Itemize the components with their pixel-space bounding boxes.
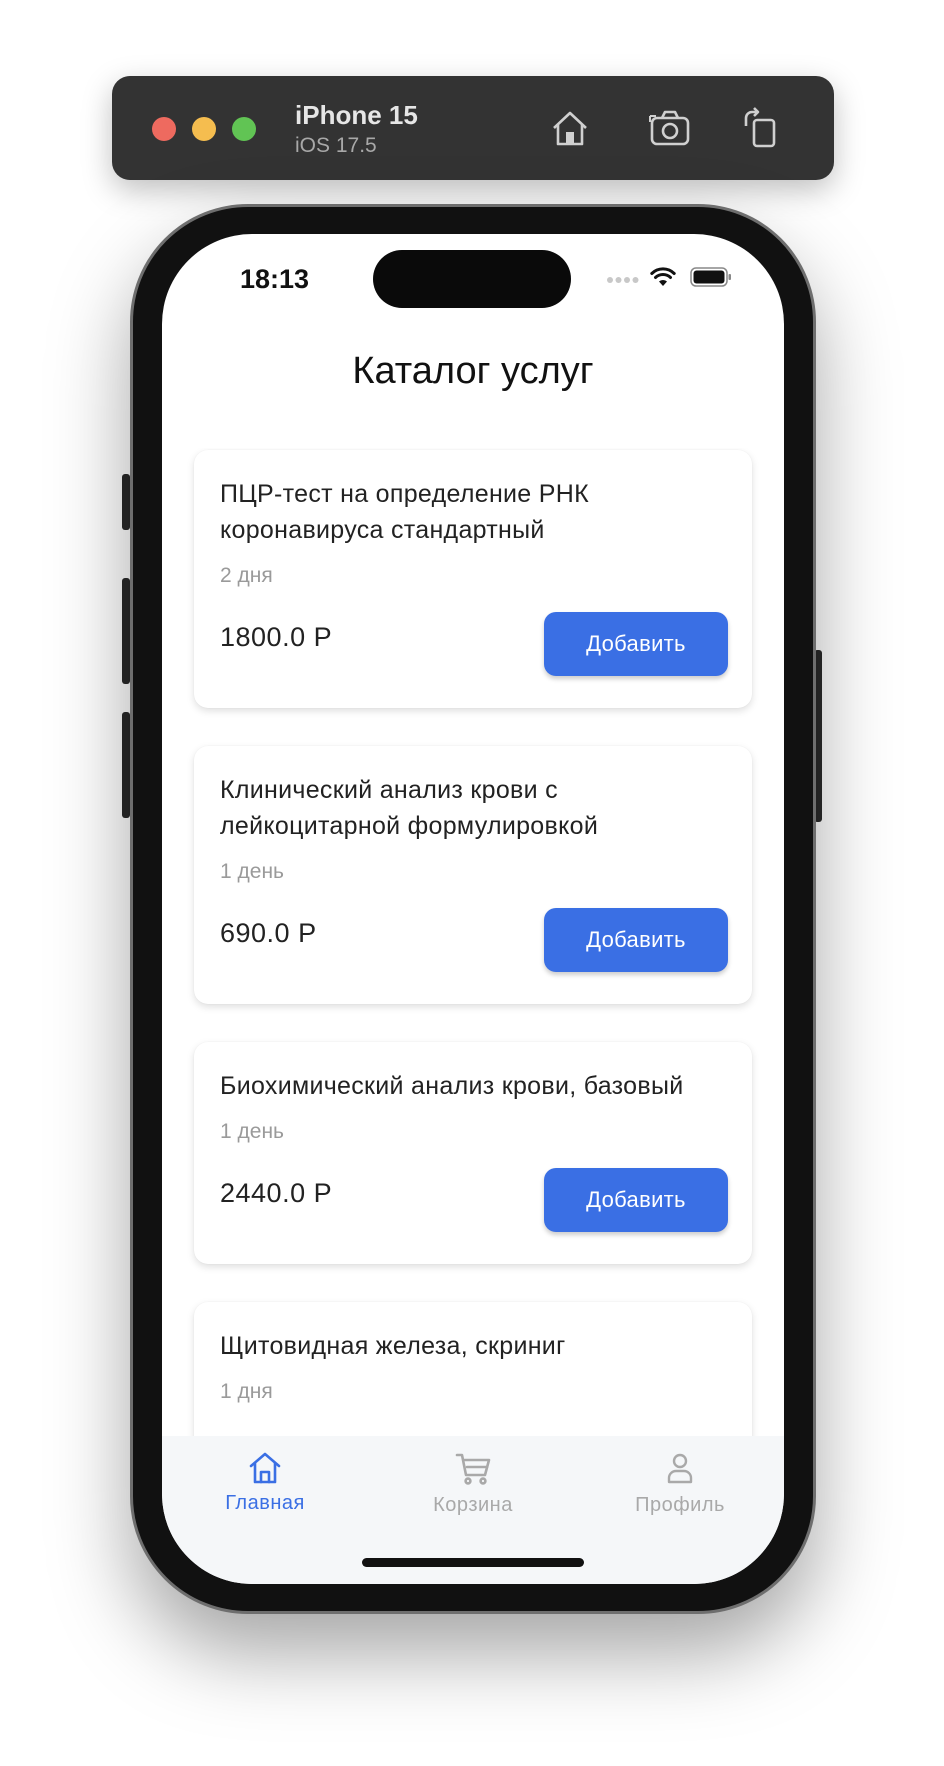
- action-button: [122, 474, 130, 530]
- volume-down-button: [122, 712, 130, 818]
- close-window-button[interactable]: [152, 117, 176, 141]
- simulator-toolbar: iPhone 15 iOS 17.5: [112, 76, 834, 180]
- add-to-cart-button[interactable]: Добавить: [544, 1168, 728, 1232]
- zoom-window-button[interactable]: [232, 117, 256, 141]
- page-title: Каталог услуг: [352, 350, 594, 392]
- service-duration: 1 день: [220, 860, 284, 883]
- cart-icon: [455, 1453, 491, 1485]
- cellular-dots-icon: [607, 277, 639, 283]
- service-duration: 1 дня: [220, 1380, 273, 1403]
- screenshot-icon[interactable]: [648, 106, 692, 150]
- os-version: iOS 17.5: [295, 134, 377, 157]
- home-icon: [249, 1452, 281, 1484]
- profile-icon: [667, 1453, 693, 1484]
- service-title: Биохимический анализ крови, базовый: [220, 1072, 684, 1100]
- service-price: 690.0 Р: [220, 918, 317, 948]
- add-to-cart-button[interactable]: Добавить: [544, 908, 728, 972]
- service-card: Биохимический анализ крови, базовый 1 де…: [194, 1042, 752, 1264]
- status-time: 18:13: [240, 264, 310, 294]
- tab-cart[interactable]: Корзина: [373, 1436, 573, 1536]
- service-price: 1800.0 Р: [220, 622, 333, 652]
- add-to-cart-button[interactable]: Добавить: [544, 612, 728, 676]
- battery-icon: [690, 267, 731, 287]
- tab-profile-label: Профиль: [635, 1494, 725, 1516]
- service-duration: 1 день: [220, 1120, 284, 1143]
- volume-up-button: [122, 578, 130, 684]
- services-list[interactable]: ПЦР-тест на определение РНК коронавируса…: [162, 448, 784, 1498]
- tab-cart-label: Корзина: [433, 1494, 513, 1516]
- minimize-window-button[interactable]: [192, 117, 216, 141]
- tab-home[interactable]: Главная: [165, 1436, 365, 1536]
- home-indicator: [362, 1558, 584, 1567]
- home-icon[interactable]: [548, 106, 592, 150]
- service-card: ПЦР-тест на определение РНК коронавируса…: [194, 450, 752, 708]
- tab-home-label: Главная: [225, 1492, 305, 1514]
- wifi-icon: [650, 267, 676, 286]
- phone-screen: 18:13 Каталог услуг ПЦР-тест на определе…: [162, 234, 784, 1584]
- service-card: Клинический анализ крови с лейкоцитарной…: [194, 746, 752, 1004]
- service-title: Клинический анализ крови с лейкоцитарной…: [220, 776, 599, 840]
- tab-profile[interactable]: Профиль: [580, 1436, 780, 1536]
- service-title: Щитовидная железа, скриниг: [220, 1332, 566, 1360]
- service-price: 2440.0 Р: [220, 1178, 333, 1208]
- dynamic-island: [373, 250, 571, 308]
- service-title: ПЦР-тест на определение РНК коронавируса…: [220, 480, 589, 544]
- service-duration: 2 дня: [220, 564, 273, 587]
- rotate-icon[interactable]: [738, 106, 782, 150]
- device-name: iPhone 15: [295, 100, 418, 130]
